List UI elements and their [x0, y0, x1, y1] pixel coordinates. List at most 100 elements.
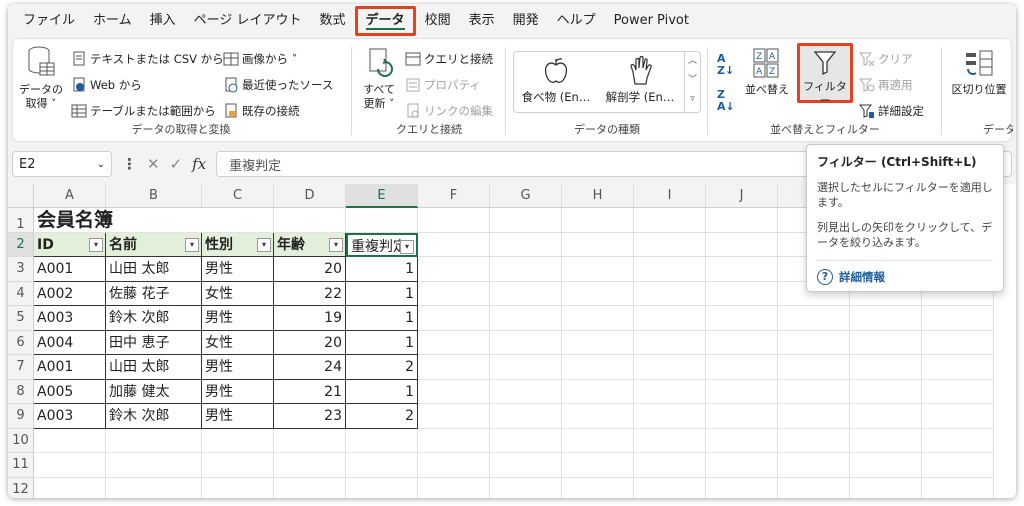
filter-dropdown-icon[interactable]: ▾ — [257, 237, 271, 252]
queries-connections-button[interactable]: クエリと接続 — [405, 49, 493, 69]
filter-dropdown-icon[interactable]: ▾ — [89, 237, 103, 252]
table-cell[interactable]: A003 — [34, 404, 106, 429]
tab-formulas[interactable]: 数式 — [311, 8, 355, 34]
properties-button[interactable]: プロパティ — [405, 75, 481, 95]
table-cell[interactable]: 男性 — [202, 257, 274, 282]
empty-cell[interactable] — [634, 404, 706, 429]
empty-cell[interactable] — [634, 428, 706, 453]
insert-function-icon[interactable]: fx — [192, 155, 206, 173]
empty-cell[interactable] — [274, 208, 346, 233]
table-cell[interactable]: 女性 — [202, 330, 274, 355]
row-header[interactable]: 5 — [8, 306, 34, 331]
sort-za-icon[interactable]: Z A↓ — [717, 89, 735, 113]
table-cell[interactable]: 加藤 健太 — [106, 379, 202, 404]
empty-cell[interactable] — [706, 477, 778, 498]
table-cell[interactable]: 鈴木 次郎 — [106, 306, 202, 331]
empty-cell[interactable] — [778, 306, 850, 331]
empty-cell[interactable] — [778, 404, 850, 429]
empty-cell[interactable] — [490, 453, 562, 478]
empty-cell[interactable] — [202, 453, 274, 478]
empty-cell[interactable] — [634, 257, 706, 282]
empty-cell[interactable] — [922, 453, 994, 478]
empty-cell[interactable] — [490, 232, 562, 257]
table-cell[interactable]: 田中 恵子 — [106, 330, 202, 355]
empty-cell[interactable] — [562, 330, 634, 355]
empty-cell[interactable] — [706, 281, 778, 306]
empty-cell[interactable] — [418, 404, 490, 429]
tab-home[interactable]: ホーム — [84, 8, 141, 34]
tab-help[interactable]: ヘルプ — [548, 8, 605, 34]
empty-cell[interactable] — [562, 281, 634, 306]
table-cell[interactable]: 22 — [274, 281, 346, 306]
table-cell[interactable]: 山田 太郎 — [106, 257, 202, 282]
column-header[interactable]: D — [274, 184, 346, 208]
empty-cell[interactable] — [562, 379, 634, 404]
empty-cell[interactable] — [850, 428, 922, 453]
empty-cell[interactable] — [562, 257, 634, 282]
text-to-columns-button[interactable]: 区切り位置 — [949, 49, 1009, 97]
empty-cell[interactable] — [634, 477, 706, 498]
gallery-up-icon[interactable]: ︿ — [685, 52, 700, 71]
empty-cell[interactable] — [634, 355, 706, 380]
empty-cell[interactable] — [490, 281, 562, 306]
table-header[interactable]: 名前 ▾ — [106, 232, 202, 257]
empty-cell[interactable] — [274, 477, 346, 498]
existing-connections-button[interactable]: 既存の接続 — [223, 101, 300, 121]
empty-cell[interactable] — [418, 232, 490, 257]
empty-cell[interactable] — [418, 281, 490, 306]
table-cell[interactable]: 男性 — [202, 306, 274, 331]
empty-cell[interactable] — [490, 379, 562, 404]
from-table-range-button[interactable]: テーブルまたは範囲から — [71, 101, 216, 121]
table-cell[interactable]: A005 — [34, 379, 106, 404]
row-header[interactable]: 3 — [8, 257, 34, 282]
empty-cell[interactable] — [634, 208, 706, 233]
empty-cell[interactable] — [490, 330, 562, 355]
empty-cell[interactable] — [778, 379, 850, 404]
table-cell[interactable]: 1 — [346, 281, 418, 306]
empty-cell[interactable] — [202, 428, 274, 453]
empty-cell[interactable] — [202, 477, 274, 498]
empty-cell[interactable] — [346, 477, 418, 498]
table-cell[interactable]: A003 — [34, 306, 106, 331]
empty-cell[interactable] — [922, 428, 994, 453]
empty-cell[interactable] — [274, 453, 346, 478]
empty-cell[interactable] — [562, 208, 634, 233]
reapply-button[interactable]: 再適用 — [858, 75, 913, 95]
row-header[interactable]: 12 — [8, 477, 34, 498]
table-header[interactable]: 重複判定 ▾ — [346, 232, 418, 257]
empty-cell[interactable] — [418, 477, 490, 498]
table-header[interactable]: ID ▾ — [34, 232, 106, 257]
empty-cell[interactable] — [418, 208, 490, 233]
empty-cell[interactable] — [562, 477, 634, 498]
tab-insert[interactable]: 挿入 — [141, 8, 185, 34]
tell-me-more-link[interactable]: ? 詳細情報 — [817, 269, 993, 285]
row-header[interactable]: 7 — [8, 355, 34, 380]
table-cell[interactable]: A001 — [34, 257, 106, 282]
column-header[interactable]: I — [634, 184, 706, 208]
empty-cell[interactable] — [274, 428, 346, 453]
get-data-button[interactable]: データの 取得 ˅ — [19, 45, 63, 111]
table-header[interactable]: 年齢 ▾ — [274, 232, 346, 257]
empty-cell[interactable] — [706, 232, 778, 257]
empty-cell[interactable] — [106, 477, 202, 498]
table-cell[interactable]: 男性 — [202, 355, 274, 380]
enter-icon[interactable]: ✓ — [170, 155, 183, 173]
empty-cell[interactable] — [778, 453, 850, 478]
empty-cell[interactable] — [562, 428, 634, 453]
sort-button[interactable]: ZAAZ 並べ替え — [743, 47, 791, 97]
data-type-anatomy[interactable]: 解剖学 (En… — [600, 55, 680, 104]
gallery-more-icon[interactable]: ▿ — [685, 90, 700, 109]
from-web-button[interactable]: Web から — [71, 75, 142, 95]
empty-cell[interactable] — [106, 453, 202, 478]
empty-cell[interactable] — [706, 404, 778, 429]
row-header[interactable]: 6 — [8, 330, 34, 355]
empty-cell[interactable] — [922, 379, 994, 404]
table-cell[interactable]: 佐藤 花子 — [106, 281, 202, 306]
empty-cell[interactable] — [634, 306, 706, 331]
empty-cell[interactable] — [850, 379, 922, 404]
empty-cell[interactable] — [634, 232, 706, 257]
recent-sources-button[interactable]: 最近使ったソース — [223, 75, 333, 95]
table-cell[interactable]: 山田 太郎 — [106, 355, 202, 380]
empty-cell[interactable] — [778, 477, 850, 498]
edit-links-button[interactable]: リンクの編集 — [405, 101, 493, 121]
